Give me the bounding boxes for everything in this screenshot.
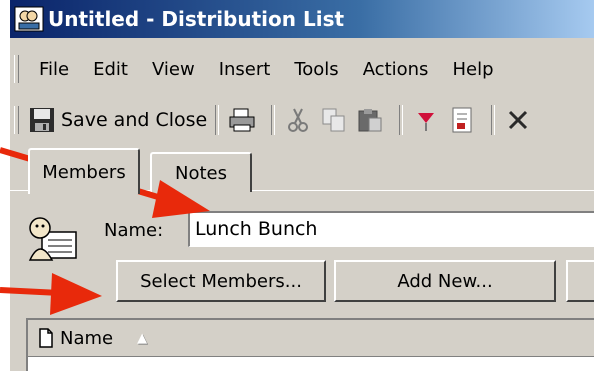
sort-ascending-icon: ▲ (137, 330, 148, 346)
title-bar[interactable]: Untitled - Distribution List (10, 0, 594, 38)
distribution-list-app-icon (14, 6, 44, 32)
scissors-cut-icon (288, 108, 309, 132)
members-list[interactable]: Name ▲ (26, 318, 594, 371)
print-button[interactable] (227, 105, 257, 135)
copy-icon (322, 108, 345, 132)
standard-toolbar: Save and Close (10, 98, 594, 142)
toolbar-separator (215, 105, 220, 135)
tab-members[interactable]: Members (28, 148, 140, 194)
menu-insert[interactable]: Insert (219, 59, 271, 80)
paste-icon (358, 109, 382, 132)
name-column-label: Name (60, 327, 114, 349)
name-column-header[interactable]: Name ▲ (28, 320, 594, 357)
paste-button[interactable] (355, 105, 385, 135)
menu-actions[interactable]: Actions (363, 59, 429, 80)
address-icon (452, 107, 472, 133)
delete-x-icon (509, 110, 528, 130)
toolbar-grip[interactable] (14, 106, 19, 134)
menu-tools[interactable]: Tools (294, 59, 338, 80)
menu-file[interactable]: File (39, 59, 69, 80)
address-book-button[interactable] (447, 105, 477, 135)
flag-icon (418, 113, 435, 131)
select-members-button[interactable]: Select Members... (116, 260, 326, 302)
menubar-grip[interactable] (14, 55, 19, 83)
menu-view[interactable]: View (152, 59, 195, 80)
remove-button[interactable] (566, 260, 594, 302)
follow-up-flag-button[interactable] (411, 105, 441, 135)
document-column-icon (39, 328, 53, 348)
menu-bar: File Edit View Insert Tools Actions Help (10, 50, 594, 88)
delete-button[interactable] (503, 105, 533, 135)
name-input[interactable]: Lunch Bunch (188, 211, 594, 247)
cut-button[interactable] (283, 105, 313, 135)
distribution-list-window: Untitled - Distribution List File Edit V… (10, 0, 594, 371)
copy-button[interactable] (319, 105, 349, 135)
toolbar-separator (271, 105, 276, 135)
printer-icon (229, 108, 255, 132)
name-label: Name: (104, 220, 164, 241)
tab-notes[interactable]: Notes (150, 152, 252, 192)
floppy-save-icon (30, 108, 54, 132)
menu-edit[interactable]: Edit (93, 59, 128, 80)
save-and-close-button[interactable]: Save and Close (29, 107, 207, 133)
save-and-close-label: Save and Close (61, 109, 208, 131)
distribution-list-icon (28, 217, 77, 261)
toolbar-separator (491, 105, 496, 135)
window-title: Untitled - Distribution List (48, 7, 345, 31)
toolbar-separator (399, 105, 404, 135)
add-new-button[interactable]: Add New... (334, 260, 556, 302)
menu-help[interactable]: Help (452, 59, 493, 80)
